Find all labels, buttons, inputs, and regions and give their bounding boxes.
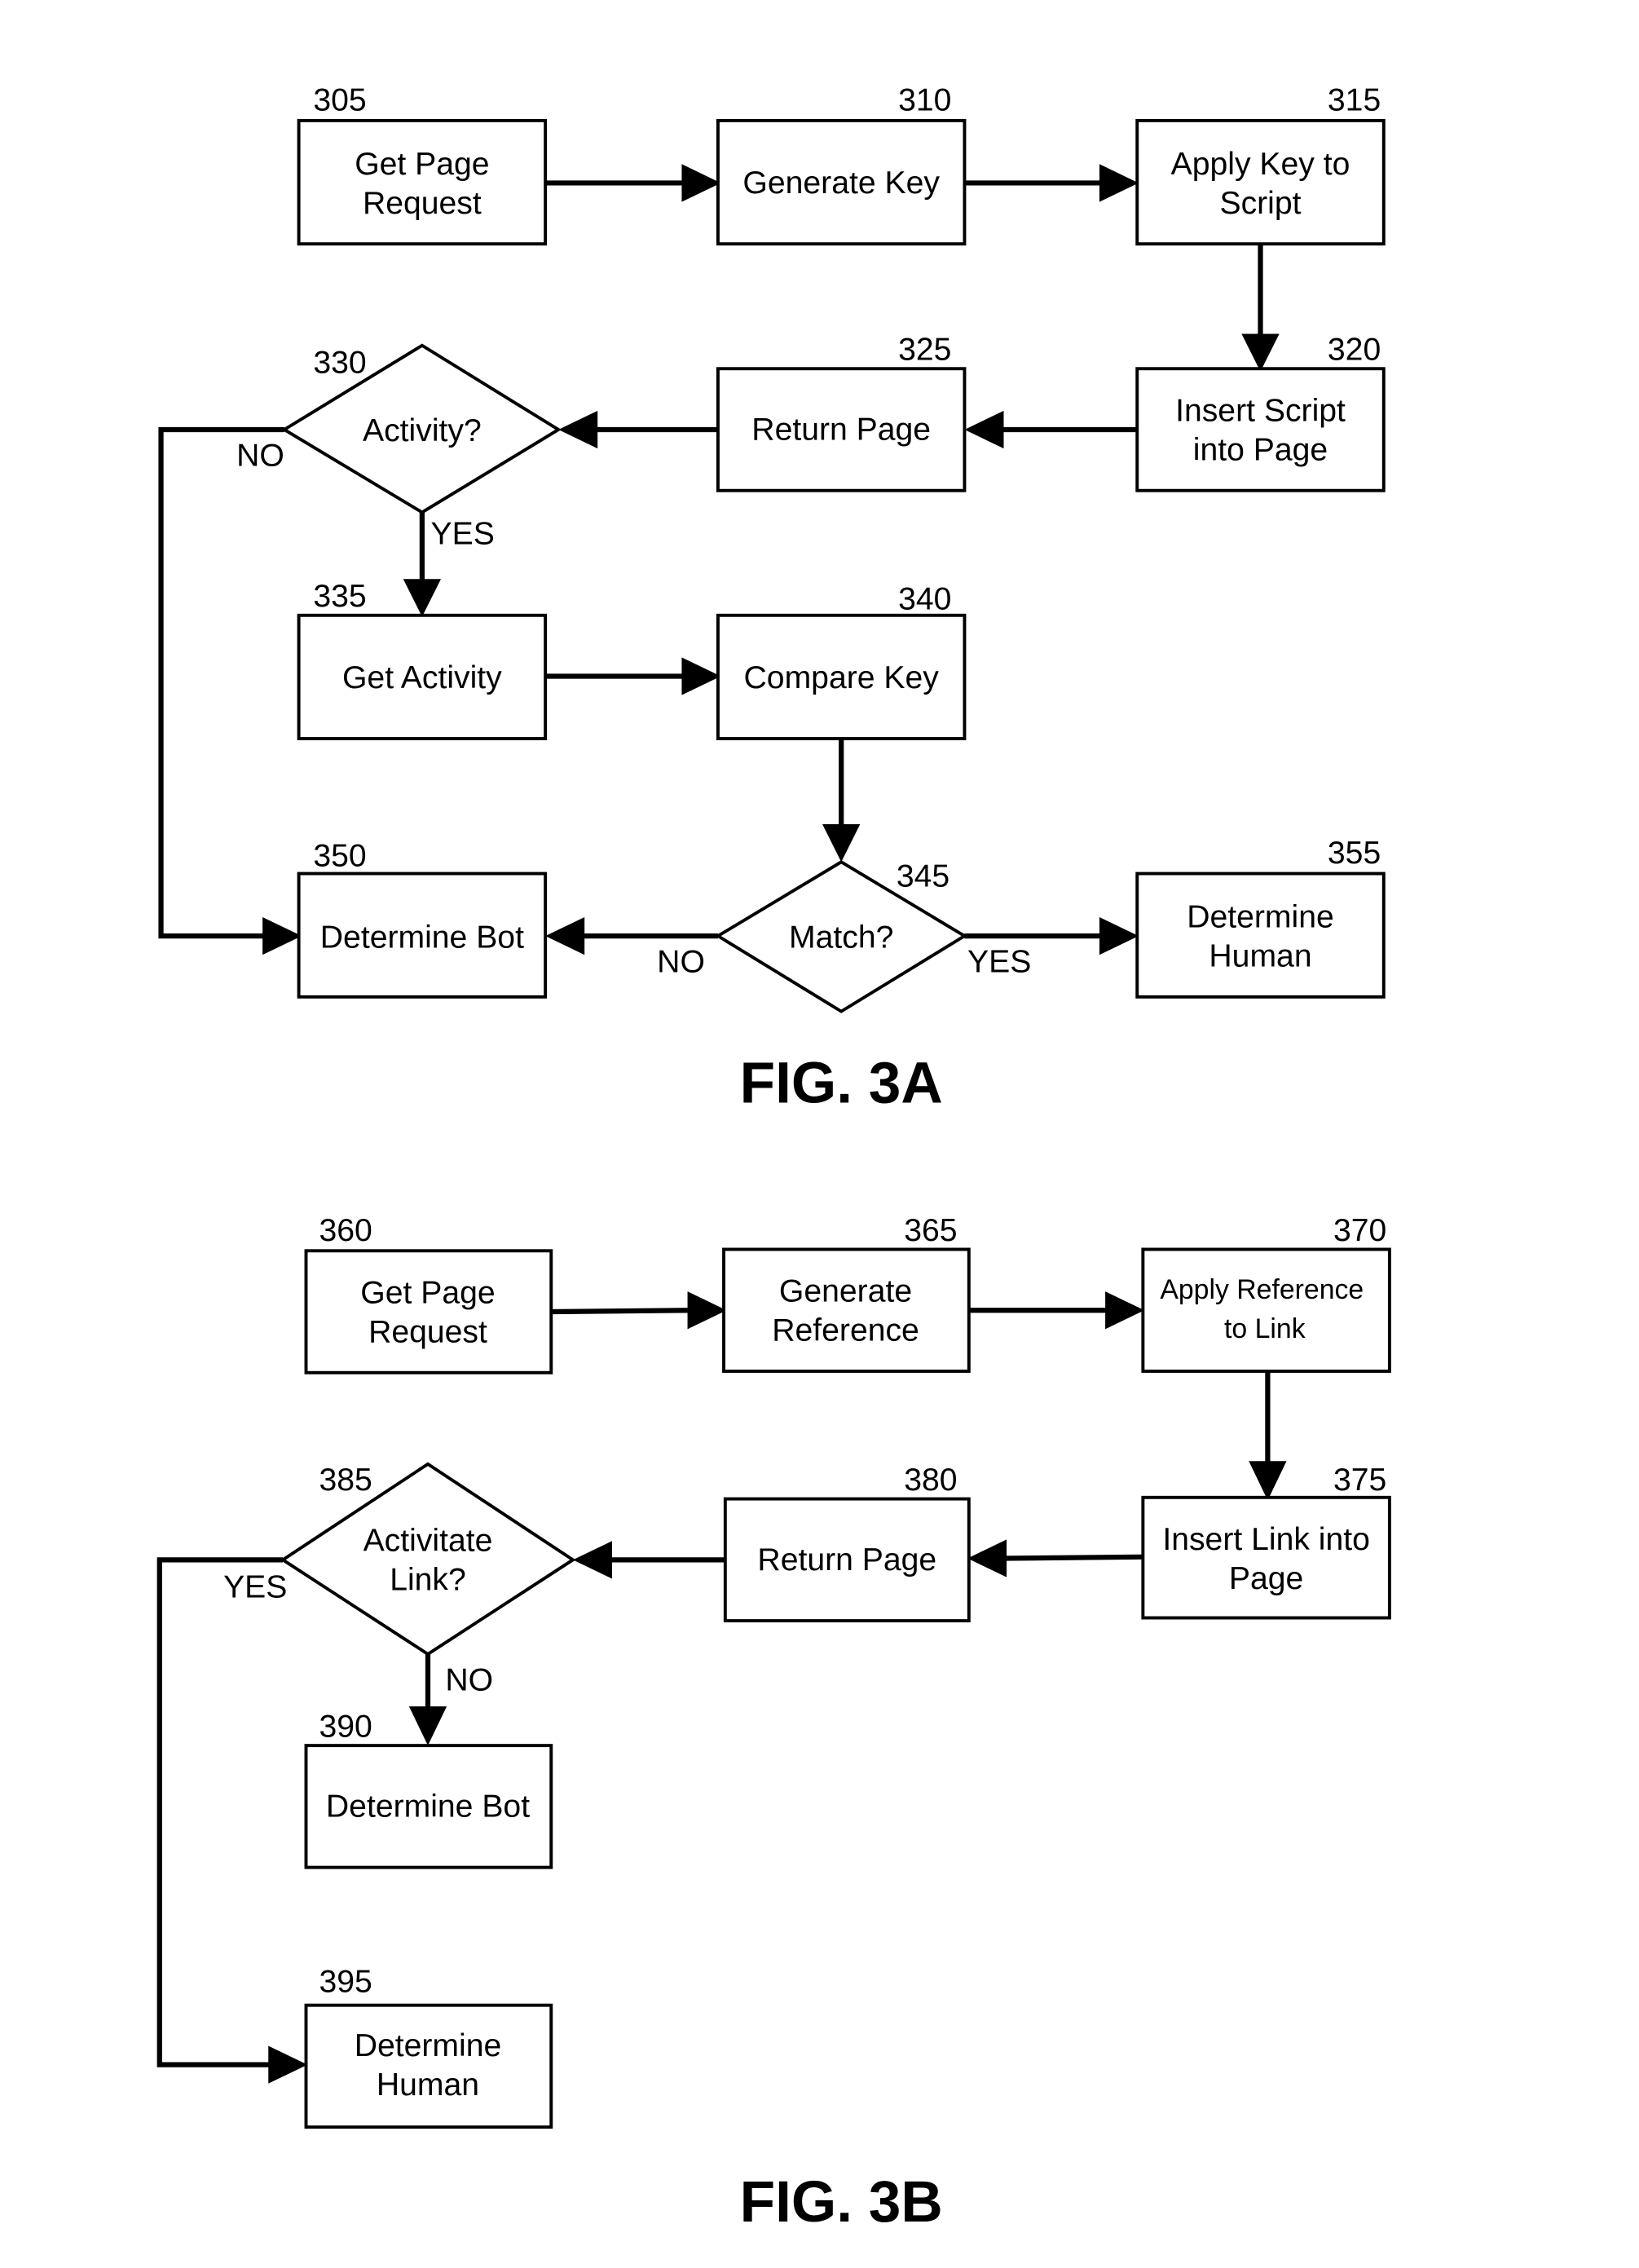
node-350-determine-bot: 350 Determine Bot xyxy=(297,839,548,999)
ref-number: 395 xyxy=(319,1965,372,2000)
node-label: Determine Bot xyxy=(320,920,524,955)
decision-label: Match? xyxy=(789,920,893,955)
node-380-return-page: 380 Return Page xyxy=(723,1463,971,1623)
node-label: Compare Key xyxy=(744,660,940,695)
arrowhead-icon xyxy=(268,2045,308,2084)
node-label: Apply Key to xyxy=(1171,147,1350,182)
arrowhead-icon xyxy=(1099,164,1139,202)
ref-number: 355 xyxy=(1328,836,1381,871)
node-label: Return Page xyxy=(757,1542,936,1577)
arrowhead-icon xyxy=(967,1539,1007,1577)
node-label: Human xyxy=(377,2067,479,2103)
node-label: Get Page xyxy=(360,1275,495,1310)
node-label: Page xyxy=(1229,1561,1303,1596)
arrowhead-icon xyxy=(1241,333,1280,372)
node-label: into Page xyxy=(1193,432,1328,467)
decision-label: Activity? xyxy=(363,413,482,448)
ref-number: 385 xyxy=(319,1463,372,1498)
node-label: Generate Key xyxy=(742,165,940,201)
arrowhead-icon xyxy=(262,916,302,955)
fig-3b: 360 Get Page Request 365 Generate Refere… xyxy=(156,1213,1391,2235)
arrowhead-icon xyxy=(545,916,585,955)
ref-number: 360 xyxy=(319,1213,372,1248)
arrowhead-icon xyxy=(822,824,861,863)
ref-number: 390 xyxy=(319,1709,372,1744)
node-label: Request xyxy=(368,1314,487,1349)
arrowhead-icon xyxy=(572,1541,613,1579)
ref-number: 375 xyxy=(1333,1463,1386,1498)
arrowhead-icon xyxy=(687,1291,727,1330)
node-label: Get Activity xyxy=(342,660,502,695)
arrow-385-yes-395 xyxy=(156,1557,284,2067)
ref-number: 380 xyxy=(904,1463,957,1498)
node-label: Generate xyxy=(779,1274,912,1309)
node-325-return-page: 325 Return Page xyxy=(716,333,967,492)
figure-caption-3b: FIG. 3B xyxy=(740,2170,943,2235)
arrowhead-icon xyxy=(681,164,721,202)
ref-number: 305 xyxy=(313,82,366,117)
arrowhead-icon xyxy=(681,657,721,695)
arrowhead-icon xyxy=(964,410,1004,449)
branch-label-yes: YES xyxy=(431,517,495,552)
node-360-get-page-request: 360 Get Page Request xyxy=(304,1213,553,1374)
branch-label-yes: YES xyxy=(223,1570,287,1605)
branch-label-no: NO xyxy=(445,1662,493,1697)
node-310-generate-key: 310 Generate Key xyxy=(716,82,967,246)
node-label: Determine xyxy=(355,2028,502,2063)
arrow-330-no-350 xyxy=(158,426,284,939)
arrowhead-icon xyxy=(408,1706,447,1746)
figure-caption-3a: FIG. 3A xyxy=(740,1052,943,1116)
node-label: Get Page xyxy=(355,147,489,182)
node-370-apply-reference-to-link: 370 Apply Reference to Link xyxy=(1141,1213,1391,1373)
node-label: Insert Script xyxy=(1175,393,1346,428)
node-label: Apply Reference xyxy=(1160,1274,1364,1305)
node-label: Return Page xyxy=(751,412,931,447)
node-label: Script xyxy=(1219,186,1301,221)
arrowhead-icon xyxy=(1099,916,1139,955)
branch-label-no: NO xyxy=(657,945,705,980)
node-340-compare-key: 340 Compare Key xyxy=(716,582,967,741)
branch-label-no: NO xyxy=(236,438,284,473)
node-label: Insert Link into xyxy=(1162,1522,1370,1557)
arrowhead-icon xyxy=(1249,1461,1287,1501)
flowchart-figure: 305 Get Page Request 310 Generate Key 31… xyxy=(156,82,1391,2235)
decision-label: Activitate xyxy=(363,1524,493,1559)
arrow-375-380 xyxy=(1003,1554,1143,1561)
fig-3a: 305 Get Page Request 310 Generate Key 31… xyxy=(158,82,1386,1116)
node-label: Determine xyxy=(1187,899,1334,934)
ref-number: 325 xyxy=(898,333,951,368)
decision-385-activate-link: 385 Activitate Link? YES NO xyxy=(223,1462,576,1697)
ref-number: 310 xyxy=(898,82,951,117)
decision-330-activity: 330 Activity? NO YES xyxy=(236,343,562,552)
node-label: Determine Bot xyxy=(326,1789,530,1824)
node-305-get-page-request: 305 Get Page Request xyxy=(297,82,548,246)
ref-number: 330 xyxy=(313,346,366,381)
ref-number: 370 xyxy=(1333,1213,1386,1248)
node-label: Request xyxy=(363,186,482,221)
ref-number: 315 xyxy=(1328,82,1381,117)
node-label: Reference xyxy=(772,1313,919,1348)
node-label: to Link xyxy=(1224,1313,1306,1344)
ref-number: 350 xyxy=(313,839,366,874)
branch-label-yes: YES xyxy=(967,945,1031,980)
node-label: Human xyxy=(1209,938,1311,973)
ref-number: 340 xyxy=(898,582,951,617)
arrowhead-icon xyxy=(558,410,598,449)
connectors-3a xyxy=(158,164,1280,955)
decision-label: Link? xyxy=(390,1563,466,1598)
node-355-determine-human: 355 Determine Human xyxy=(1135,836,1386,999)
arrowhead-icon xyxy=(1105,1291,1145,1330)
node-365-generate-reference: 365 Generate Reference xyxy=(722,1213,971,1373)
ref-number: 365 xyxy=(904,1213,957,1248)
arrowhead-icon xyxy=(403,579,442,617)
ref-number: 335 xyxy=(313,579,366,614)
ref-number: 320 xyxy=(1328,333,1381,368)
node-395-determine-human: 395 Determine Human xyxy=(304,1965,553,2129)
node-315-apply-key-to-script: 315 Apply Key to Script xyxy=(1135,82,1386,246)
arrow-360-365 xyxy=(551,1308,691,1315)
ref-number: 345 xyxy=(897,859,949,894)
